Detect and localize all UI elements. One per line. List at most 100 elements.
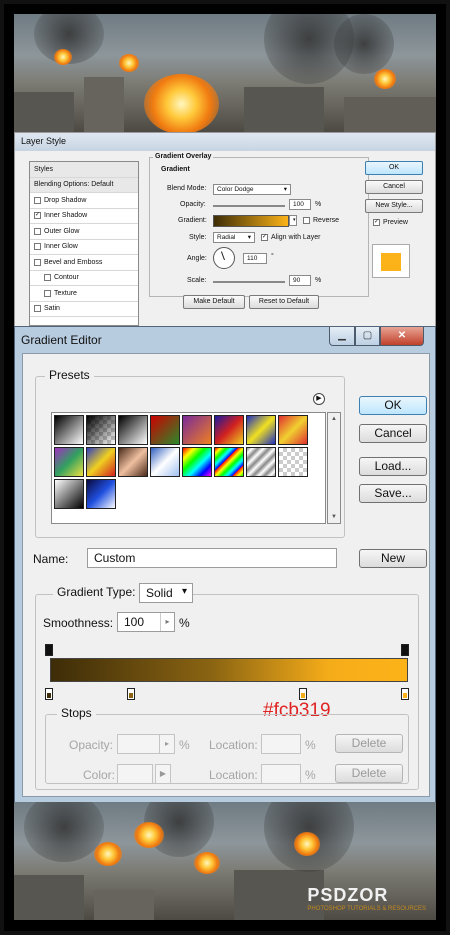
- reset-to-default-button[interactable]: Reset to Default: [249, 295, 319, 309]
- preset-swatch[interactable]: [118, 415, 148, 445]
- smoothness-unit: %: [179, 616, 190, 630]
- preview-checkbox[interactable]: ✓ Preview: [373, 219, 408, 226]
- reverse-checkbox[interactable]: Reverse: [303, 217, 339, 224]
- checkbox[interactable]: [44, 289, 51, 297]
- stop-location-label: Location:: [209, 768, 258, 782]
- stop-color-location-input[interactable]: [261, 764, 301, 784]
- scale-slider[interactable]: [213, 281, 285, 283]
- preset-swatch[interactable]: [278, 447, 308, 477]
- color-stop[interactable]: [45, 688, 53, 700]
- style-select[interactable]: Radial ▾: [213, 232, 255, 243]
- maximize-button[interactable]: ▢: [355, 327, 380, 346]
- preset-swatch[interactable]: [86, 479, 116, 509]
- scroll-up-icon[interactable]: ▲: [328, 413, 340, 425]
- gradient-editor-body: Presets ▶ ▲ ▼ OK Cancel Load... Save... …: [22, 353, 430, 797]
- stop-opacity-input[interactable]: [117, 734, 175, 754]
- preset-swatch[interactable]: [182, 415, 212, 445]
- preset-swatch[interactable]: [214, 447, 244, 477]
- delete-color-stop-button[interactable]: Delete: [335, 764, 403, 783]
- color-stop[interactable]: [401, 688, 409, 700]
- stop-color-swatch[interactable]: [117, 764, 153, 784]
- background-scene-bottom: PSDZOR PHOTOSHOP TUTORIALS & RESOURCES: [14, 802, 436, 920]
- preset-swatch[interactable]: [54, 447, 84, 477]
- angle-label: Angle:: [187, 255, 207, 262]
- gradient-dropdown-arrow[interactable]: ▾: [289, 215, 297, 226]
- cancel-button[interactable]: Cancel: [365, 180, 423, 194]
- styles-list-item-outer-glow[interactable]: Outer Glow: [30, 224, 138, 240]
- preset-swatch[interactable]: [118, 447, 148, 477]
- cancel-button[interactable]: Cancel: [359, 424, 427, 443]
- color-stop-selected[interactable]: [299, 688, 307, 700]
- smoothness-input[interactable]: 100 ▸: [117, 612, 175, 632]
- preset-swatch[interactable]: [150, 415, 180, 445]
- preset-swatch[interactable]: [246, 447, 276, 477]
- presets-label: Presets: [45, 368, 94, 382]
- color-stop[interactable]: [127, 688, 135, 700]
- gradient-picker[interactable]: [213, 215, 289, 227]
- angle-input[interactable]: 110: [243, 253, 267, 264]
- opacity-input[interactable]: 100: [289, 199, 311, 210]
- styles-list-item[interactable]: Blending Options: Default: [30, 177, 138, 193]
- blend-mode-label: Blend Mode:: [167, 185, 207, 192]
- angle-dial[interactable]: [213, 247, 235, 269]
- preset-swatch[interactable]: [214, 415, 244, 445]
- preset-swatch[interactable]: [246, 415, 276, 445]
- preset-swatch[interactable]: [182, 447, 212, 477]
- styles-list-item[interactable]: Styles: [30, 162, 138, 178]
- load-button[interactable]: Load...: [359, 457, 427, 476]
- close-button[interactable]: ✕: [380, 327, 424, 346]
- preset-swatch[interactable]: [54, 479, 84, 509]
- checkbox[interactable]: [44, 274, 51, 282]
- gradient-type-select[interactable]: Solid ▾: [139, 583, 193, 603]
- scale-label: Scale:: [187, 277, 207, 284]
- gradient-editor-dialog: Gradient Editor ▁ ▢ ✕ Presets ▶ ▲ ▼ OK C…: [14, 326, 436, 804]
- checkbox[interactable]: [34, 196, 41, 204]
- checkbox[interactable]: [34, 243, 41, 251]
- checkbox[interactable]: [34, 227, 41, 235]
- make-default-button[interactable]: Make Default: [183, 295, 245, 309]
- preset-swatch[interactable]: [54, 415, 84, 445]
- styles-list-item-bevel-emboss[interactable]: Bevel and Emboss: [30, 255, 138, 271]
- stop-location-unit: %: [305, 768, 316, 782]
- preset-swatch[interactable]: [86, 415, 116, 445]
- scroll-down-icon[interactable]: ▼: [328, 511, 340, 523]
- styles-list-item-contour[interactable]: Contour: [30, 271, 138, 286]
- presets-menu-icon[interactable]: ▶: [313, 393, 325, 405]
- opacity-stop-right[interactable]: [401, 644, 409, 656]
- gradient-preview-bar[interactable]: [50, 658, 408, 682]
- name-label: Name:: [33, 552, 69, 566]
- styles-list-item-inner-glow[interactable]: Inner Glow: [30, 240, 138, 255]
- name-input[interactable]: Custom: [87, 548, 337, 568]
- maximize-icon: ▢: [362, 330, 373, 341]
- layer-style-title: Layer Style: [15, 133, 435, 151]
- opacity-slider[interactable]: [213, 205, 285, 207]
- delete-opacity-stop-button[interactable]: Delete: [335, 734, 403, 753]
- minimize-icon: ▁: [338, 330, 346, 341]
- presets-scrollbar[interactable]: ▲ ▼: [327, 412, 341, 524]
- color-menu-arrow-icon[interactable]: ▶: [155, 764, 171, 784]
- opacity-stop-left[interactable]: [45, 644, 53, 656]
- stepper-arrow-icon[interactable]: ▸: [160, 613, 174, 631]
- save-button[interactable]: Save...: [359, 484, 427, 503]
- preset-swatch[interactable]: [86, 447, 116, 477]
- blend-mode-select[interactable]: Color Dodge ▾: [213, 184, 291, 195]
- section-title: Gradient Overlay: [153, 153, 214, 160]
- preset-swatch[interactable]: [278, 415, 308, 445]
- styles-list-item-inner-shadow[interactable]: ✓ Inner Shadow: [30, 209, 138, 224]
- checkbox[interactable]: [34, 258, 41, 266]
- styles-list-item-satin[interactable]: Satin: [30, 302, 138, 317]
- new-style-button[interactable]: New Style...: [365, 199, 423, 213]
- align-with-layer-checkbox[interactable]: ✓ Align with Layer: [261, 234, 320, 241]
- stop-location-input[interactable]: [261, 734, 301, 754]
- scale-input[interactable]: 90: [289, 275, 311, 286]
- styles-list-item-texture[interactable]: Texture: [30, 286, 138, 302]
- ok-button[interactable]: OK: [359, 396, 427, 415]
- minimize-button[interactable]: ▁: [329, 327, 355, 346]
- checkbox[interactable]: [34, 305, 41, 313]
- gradient-editor-title: Gradient Editor: [21, 333, 102, 347]
- checkbox-checked[interactable]: ✓: [34, 212, 41, 220]
- ok-button[interactable]: OK: [365, 161, 423, 175]
- styles-list-item-drop-shadow[interactable]: Drop Shadow: [30, 193, 138, 209]
- new-button[interactable]: New: [359, 549, 427, 568]
- preset-swatch[interactable]: [150, 447, 180, 477]
